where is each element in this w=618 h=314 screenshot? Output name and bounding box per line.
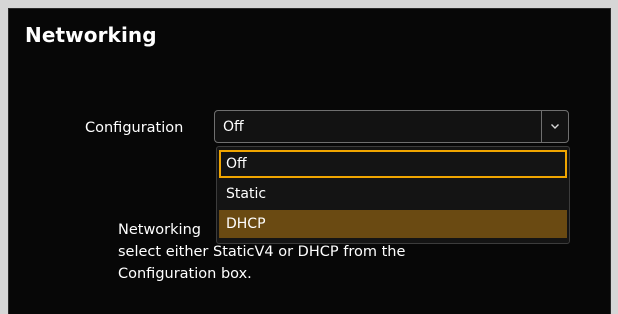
- networking-panel: Networking Configuration Off Networking …: [8, 8, 611, 314]
- help-text-line-2: select either StaticV4 or DHCP from the: [118, 244, 406, 260]
- configuration-dropdown-list: Off Static DHCP: [216, 146, 570, 244]
- chevron-down-icon[interactable]: [541, 111, 568, 142]
- page-title: Networking: [25, 23, 157, 47]
- configuration-label: Configuration: [85, 120, 184, 136]
- option-static[interactable]: Static: [219, 180, 567, 208]
- option-dhcp[interactable]: DHCP: [219, 210, 567, 238]
- option-off[interactable]: Off: [219, 150, 567, 178]
- configuration-select[interactable]: Off: [214, 110, 569, 143]
- configuration-select-value: Off: [223, 119, 244, 135]
- help-text-line-3: Configuration box.: [118, 266, 252, 282]
